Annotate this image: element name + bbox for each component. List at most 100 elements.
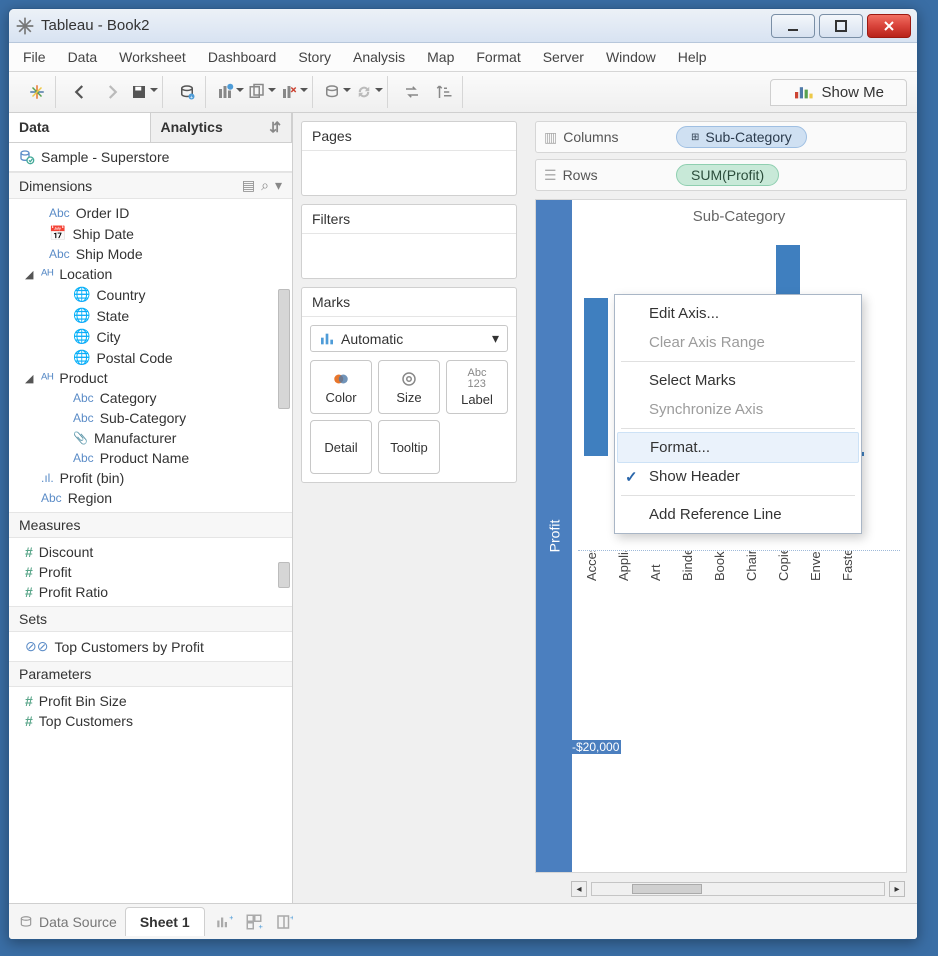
- dimensions-tree: AbcOrder ID📅Ship DateAbcShip Mode◢ᴬᴴLoca…: [9, 199, 292, 512]
- menu-file[interactable]: File: [23, 49, 46, 65]
- clear-sheet-button[interactable]: [280, 79, 308, 105]
- pages-card[interactable]: Pages: [301, 121, 517, 196]
- filters-header: Filters: [302, 205, 516, 234]
- marks-header: Marks: [302, 288, 516, 317]
- dimension-item[interactable]: 📅Ship Date: [9, 223, 292, 244]
- menu-analysis[interactable]: Analysis: [353, 49, 405, 65]
- dimension-item[interactable]: AbcRegion: [9, 488, 292, 508]
- tab-analytics[interactable]: Analytics⇵: [151, 113, 293, 142]
- columns-shelf[interactable]: ▥Columns ⊞Sub-Category: [535, 121, 907, 153]
- chevron-down-icon[interactable]: ▾: [275, 177, 282, 194]
- dimension-item[interactable]: AbcProduct Name: [9, 448, 292, 468]
- pages-header: Pages: [302, 122, 516, 151]
- refresh-button[interactable]: [355, 79, 383, 105]
- dimension-item[interactable]: AbcSub-Category: [9, 408, 292, 428]
- menu-window[interactable]: Window: [606, 49, 656, 65]
- dimension-item[interactable]: 🌐Postal Code: [9, 347, 292, 368]
- menu-map[interactable]: Map: [427, 49, 454, 65]
- dimension-item[interactable]: AbcCategory: [9, 388, 292, 408]
- swap-button[interactable]: [398, 79, 426, 105]
- dimension-item[interactable]: AbcOrder ID: [9, 203, 292, 223]
- scrollbar-thumb[interactable]: [278, 562, 290, 588]
- scrollbar-thumb[interactable]: [278, 289, 290, 409]
- new-worksheet-button[interactable]: [216, 79, 244, 105]
- menu-data[interactable]: Data: [68, 49, 98, 65]
- tableau-logo-button[interactable]: [23, 79, 51, 105]
- search-icon[interactable]: ⌕: [261, 177, 269, 194]
- save-button[interactable]: [130, 79, 158, 105]
- scroll-thumb[interactable]: [632, 884, 702, 894]
- scroll-track[interactable]: [591, 882, 885, 896]
- dimension-item[interactable]: 🌐City: [9, 326, 292, 347]
- horizontal-scrollbar[interactable]: ◂ ▸: [571, 881, 905, 897]
- scroll-left-button[interactable]: ◂: [571, 881, 587, 897]
- svg-text:+: +: [190, 95, 193, 101]
- app-icon: [15, 16, 35, 36]
- menu-show-header[interactable]: ✓Show Header: [615, 462, 861, 491]
- show-me-button[interactable]: Show Me: [770, 79, 907, 106]
- view-icon[interactable]: ▤: [242, 177, 255, 194]
- duplicate-sheet-button[interactable]: [248, 79, 276, 105]
- dimension-item[interactable]: .ıl.Profit (bin): [9, 468, 292, 488]
- sets-header[interactable]: Sets: [9, 606, 292, 632]
- dimension-item[interactable]: AbcShip Mode: [9, 244, 292, 264]
- menu-worksheet[interactable]: Worksheet: [119, 49, 186, 65]
- dimension-item[interactable]: 🌐Country: [9, 284, 292, 305]
- maximize-button[interactable]: [819, 14, 863, 38]
- menu-help[interactable]: Help: [678, 49, 707, 65]
- dimension-item[interactable]: ◢ᴬᴴProduct: [9, 368, 292, 388]
- sets-tree: ⊘⊘Top Customers by Profit: [9, 632, 292, 661]
- connect-button[interactable]: [323, 79, 351, 105]
- forward-button[interactable]: [98, 79, 126, 105]
- new-datasource-button[interactable]: +: [173, 79, 201, 105]
- color-button[interactable]: Color: [310, 360, 372, 414]
- marks-type-select[interactable]: Automatic ▾: [310, 325, 508, 352]
- dimension-item[interactable]: 🌐State: [9, 305, 292, 326]
- dimension-item[interactable]: 📎Manufacturer: [9, 428, 292, 448]
- y-axis[interactable]: Profit: [536, 200, 572, 872]
- menu-format[interactable]: Format: [476, 49, 520, 65]
- close-button[interactable]: [867, 14, 911, 38]
- rows-shelf[interactable]: ☰Rows SUM(Profit): [535, 159, 907, 191]
- tooltip-button[interactable]: Tooltip: [378, 420, 440, 474]
- label-button[interactable]: Abc123Label: [446, 360, 508, 414]
- menu-edit-axis[interactable]: Edit Axis...: [615, 299, 861, 328]
- data-source-tab[interactable]: Data Source: [19, 914, 117, 930]
- sheet-tab[interactable]: Sheet 1: [125, 907, 205, 936]
- dimensions-header[interactable]: Dimensions ▤⌕▾: [9, 172, 292, 199]
- back-button[interactable]: [66, 79, 94, 105]
- menu-add-reference-line[interactable]: Add Reference Line: [615, 500, 861, 529]
- columns-pill[interactable]: ⊞Sub-Category: [676, 126, 807, 148]
- datasource-row[interactable]: Sample - Superstore: [9, 143, 292, 172]
- measures-tree: #Discount#Profit#Profit Ratio: [9, 538, 292, 606]
- chart-area: Profit Sub-Category -$20,000 Accessories…: [535, 199, 907, 873]
- detail-button[interactable]: Detail: [310, 420, 372, 474]
- set-item[interactable]: ⊘⊘Top Customers by Profit: [9, 636, 292, 657]
- titlebar[interactable]: Tableau - Book2: [9, 9, 917, 43]
- menu-select-marks[interactable]: Select Marks: [615, 366, 861, 395]
- menu-dashboard[interactable]: Dashboard: [208, 49, 277, 65]
- sort-asc-button[interactable]: [430, 79, 458, 105]
- measure-item[interactable]: #Profit Ratio: [9, 582, 292, 602]
- size-button[interactable]: Size: [378, 360, 440, 414]
- measure-item[interactable]: #Profit: [9, 562, 292, 582]
- new-dashboard-icon[interactable]: +: [243, 911, 265, 933]
- rows-pill[interactable]: SUM(Profit): [676, 164, 779, 186]
- measure-item[interactable]: #Discount: [9, 542, 292, 562]
- new-worksheet-icon[interactable]: +: [213, 911, 235, 933]
- parameter-item[interactable]: #Profit Bin Size: [9, 691, 292, 711]
- dimension-item[interactable]: ◢ᴬᴴLocation: [9, 264, 292, 284]
- parameter-item[interactable]: #Top Customers: [9, 711, 292, 731]
- new-story-icon[interactable]: +: [273, 911, 295, 933]
- minimize-button[interactable]: [771, 14, 815, 38]
- bar[interactable]: [584, 298, 608, 456]
- scroll-right-button[interactable]: ▸: [889, 881, 905, 897]
- menu-format[interactable]: Format...: [617, 432, 859, 463]
- measures-header[interactable]: Measures: [9, 512, 292, 538]
- parameters-header[interactable]: Parameters: [9, 661, 292, 687]
- filters-card[interactable]: Filters: [301, 204, 517, 279]
- menu-story[interactable]: Story: [298, 49, 331, 65]
- chevron-down-icon: ▾: [492, 330, 499, 347]
- menu-server[interactable]: Server: [543, 49, 584, 65]
- tab-data[interactable]: Data: [9, 113, 151, 142]
